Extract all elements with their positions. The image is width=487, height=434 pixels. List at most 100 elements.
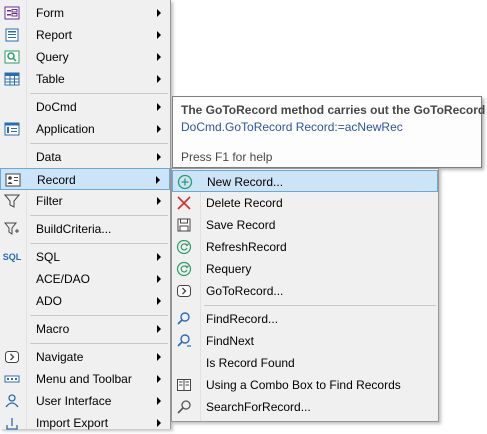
submenu-item-delete-record[interactable]: Delete Record [172, 192, 438, 214]
menu-item-user-interface[interactable]: User Interface [0, 390, 170, 412]
submenu-arrow-icon [157, 197, 161, 205]
user-interface-icon [3, 393, 21, 409]
menu-item-label: Filter [36, 194, 63, 208]
save-icon [175, 217, 193, 233]
main-menu: Form Report Query Table DoCmd Applicatio… [0, 0, 171, 430]
menu-item-docmd[interactable]: DoCmd [0, 96, 170, 118]
menu-separator [30, 93, 168, 94]
submenu-item-label: Requery [206, 262, 252, 276]
tooltip-code: DoCmd.GoToRecord Record:=acNewRec [181, 120, 403, 134]
menu-item-label: Macro [36, 322, 70, 336]
submenu-arrow-icon [157, 375, 161, 383]
menu-item-ace-dao[interactable]: ACE/DAO [0, 268, 170, 290]
menu-item-label: User Interface [36, 394, 112, 408]
submenu-item-combo-box-find[interactable]: Using a Combo Box to Find Records [172, 374, 438, 396]
submenu-item-is-record-found[interactable]: Is Record Found [172, 352, 438, 374]
menu-item-ado[interactable]: ADO [0, 290, 170, 312]
submenu-arrow-icon [157, 53, 161, 61]
goto-record-icon [175, 283, 193, 299]
menu-item-label: Menu and Toolbar [36, 372, 132, 386]
menu-separator [30, 343, 168, 344]
menu-item-import-export[interactable]: Import Export [0, 412, 170, 434]
menu-separator [204, 305, 436, 306]
menu-separator [30, 243, 168, 244]
tooltip-title: The GoToRecord method carries out the Go… [181, 103, 486, 117]
menu-item-navigate[interactable]: Navigate [0, 346, 170, 368]
plus-circle-icon [176, 174, 194, 190]
menu-toolbar-icon [3, 371, 21, 387]
query-icon [3, 49, 21, 65]
menu-item-macro[interactable]: Macro [0, 318, 170, 340]
menu-item-build-criteria[interactable]: BuildCriteria... [0, 218, 170, 240]
requery-icon [175, 261, 193, 277]
filter-icon [3, 193, 21, 209]
submenu-arrow-icon [157, 397, 161, 405]
navigate-icon [3, 349, 21, 365]
menu-item-form[interactable]: Form [0, 2, 170, 24]
menu-item-application[interactable]: Application [0, 118, 170, 140]
menu-item-label: Data [36, 150, 62, 164]
menu-item-label: Query [36, 50, 69, 64]
menu-item-label: Navigate [36, 350, 84, 364]
submenu-item-search-for-record[interactable]: SearchForRecord... [172, 396, 438, 418]
menu-item-query[interactable]: Query [0, 46, 170, 68]
refresh-icon [175, 239, 193, 255]
menu-item-label: Table [36, 72, 65, 86]
submenu-item-find-record[interactable]: FindRecord... [172, 308, 438, 330]
submenu-arrow-icon [157, 419, 161, 427]
menu-separator [30, 215, 168, 216]
submenu-item-label: Delete Record [206, 196, 283, 210]
menu-item-label: Record [37, 173, 76, 187]
submenu-item-label: FindRecord... [206, 312, 279, 326]
submenu-item-label: FindNext [206, 334, 255, 348]
menu-item-label: SQL [36, 250, 61, 264]
record-submenu: New Record... Delete Record Save Record … [171, 168, 439, 422]
submenu-arrow-icon [157, 275, 161, 283]
build-criteria-icon [3, 221, 21, 237]
book-icon [175, 377, 193, 393]
submenu-arrow-icon [157, 75, 161, 83]
submenu-arrow-icon [157, 31, 161, 39]
submenu-item-new-record[interactable]: New Record... [172, 170, 438, 192]
submenu-item-label: Using a Combo Box to Find Records [206, 378, 401, 392]
menu-item-label: ACE/DAO [36, 272, 91, 286]
report-icon [3, 27, 21, 43]
search-record-icon [175, 399, 193, 415]
submenu-item-label: GoToRecord... [206, 284, 284, 298]
submenu-arrow-icon [157, 253, 161, 261]
delete-x-icon [175, 195, 193, 211]
menu-item-label: DoCmd [36, 100, 77, 114]
menu-item-label: Import Export [36, 416, 109, 430]
sql-icon: SQL [2, 252, 22, 262]
menu-item-menu-and-toolbar[interactable]: Menu and Toolbar [0, 368, 170, 390]
submenu-arrow-icon [157, 353, 161, 361]
submenu-item-refresh-record[interactable]: RefreshRecord [172, 236, 438, 258]
find-next-icon [175, 333, 193, 349]
submenu-arrow-icon [157, 125, 161, 133]
submenu-item-goto-record[interactable]: GoToRecord... [172, 280, 438, 302]
submenu-arrow-icon [156, 176, 160, 184]
submenu-item-label: New Record... [207, 175, 284, 189]
submenu-item-label: RefreshRecord [206, 240, 287, 254]
menu-item-record[interactable]: Record [0, 168, 170, 190]
menu-separator [30, 143, 168, 144]
submenu-arrow-icon [157, 153, 161, 161]
submenu-item-label: Is Record Found [206, 356, 295, 370]
submenu-item-find-next[interactable]: FindNext [172, 330, 438, 352]
menu-item-sql[interactable]: SQL SQL [0, 246, 170, 268]
submenu-arrow-icon [157, 297, 161, 305]
tooltip: The GoToRecord method carries out the Go… [172, 96, 486, 168]
menu-item-label: Report [36, 28, 73, 42]
menu-item-label: Application [36, 122, 95, 136]
submenu-item-requery[interactable]: Requery [172, 258, 438, 280]
submenu-item-save-record[interactable]: Save Record [172, 214, 438, 236]
menu-item-filter[interactable]: Filter [0, 190, 170, 212]
tooltip-help: Press F1 for help [181, 150, 273, 164]
menu-item-label: ADO [36, 294, 63, 308]
menu-item-data[interactable]: Data [0, 146, 170, 168]
menu-item-table[interactable]: Table [0, 68, 170, 90]
table-icon [3, 71, 21, 87]
record-icon [4, 172, 22, 188]
menu-item-report[interactable]: Report [0, 24, 170, 46]
submenu-arrow-icon [157, 103, 161, 111]
